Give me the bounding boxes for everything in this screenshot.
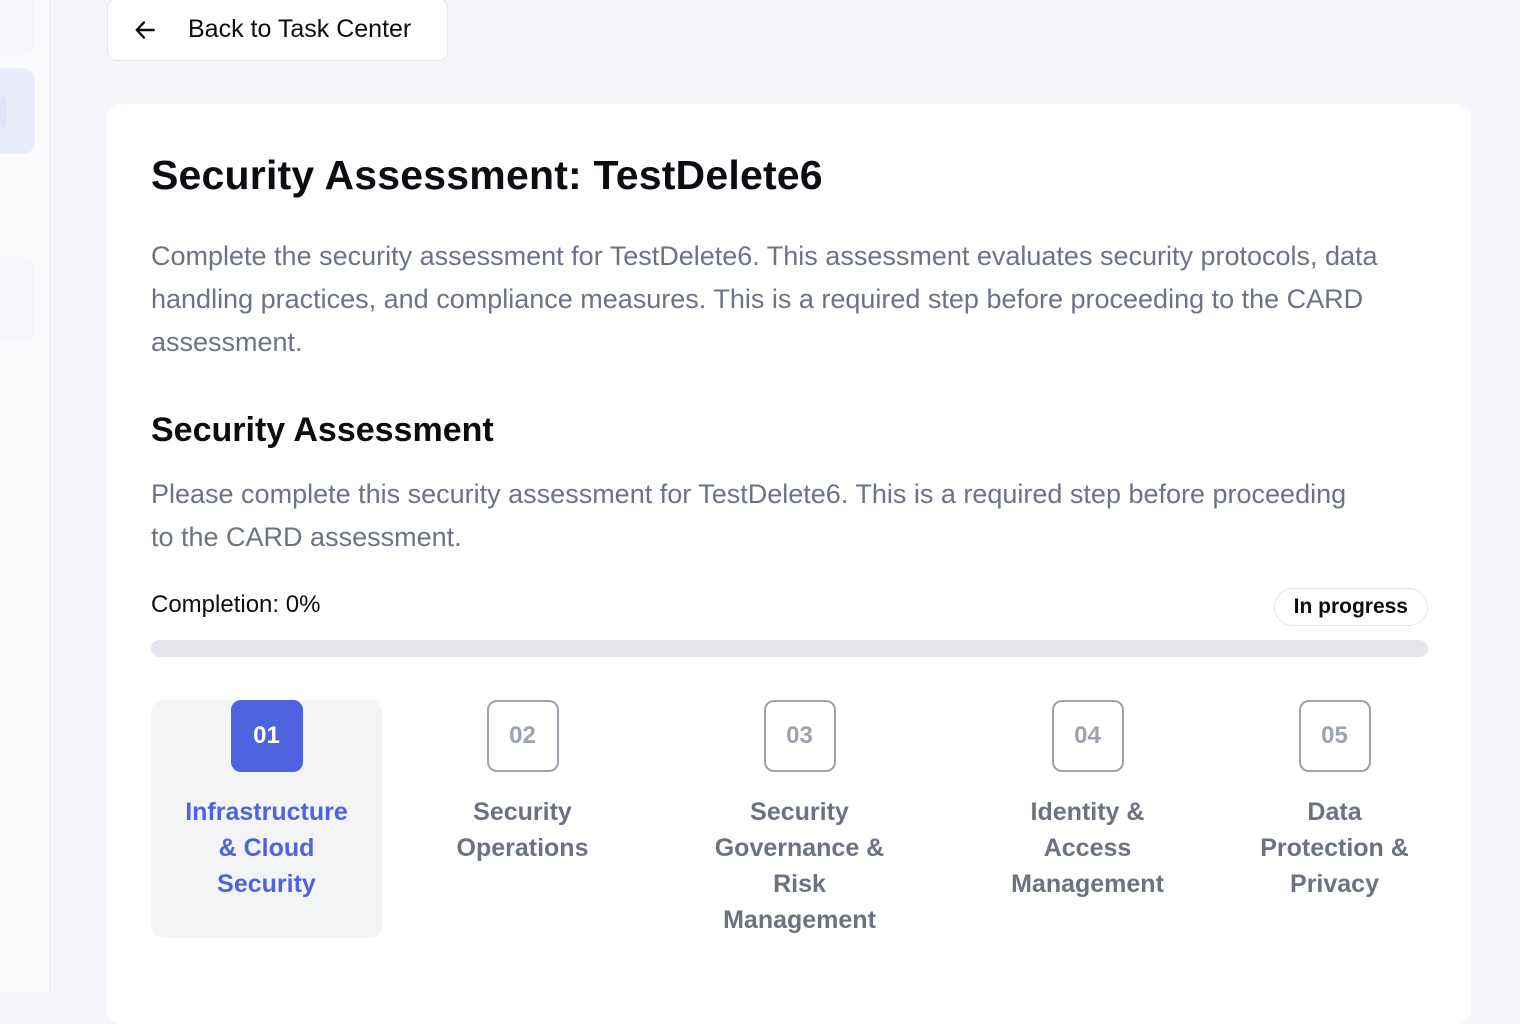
- step-label: Security Governance & Risk Management: [714, 798, 885, 934]
- step-number: 03: [763, 700, 836, 772]
- page-title: Security Assessment: TestDelete6: [151, 152, 823, 198]
- step-label: Infrastructure & Cloud Security: [185, 798, 348, 898]
- sidebar-item-icon: [0, 96, 7, 128]
- sidebar-item[interactable]: [0, 0, 35, 56]
- step-1[interactable]: 01 Infrastructure & Cloud Security: [151, 700, 382, 938]
- step-label: Data Protection & Privacy: [1260, 798, 1409, 898]
- sidebar-item[interactable]: [0, 256, 35, 342]
- arrow-left-icon: [135, 20, 155, 39]
- progress-bar: [151, 640, 1428, 657]
- step-2[interactable]: 02 Security Operations: [407, 700, 638, 938]
- step-label: Identity & Access Management: [1011, 798, 1164, 898]
- completion-label: Completion: 0%: [151, 591, 321, 618]
- section-title: Security Assessment: [151, 411, 494, 449]
- page-description: Complete the security assessment for Tes…: [151, 241, 1378, 357]
- assessment-card: Security Assessment: TestDelete6 Complet…: [107, 104, 1471, 1024]
- step-4[interactable]: 04 Identity & Access Management: [972, 700, 1203, 938]
- back-to-task-center-button[interactable]: Back to Task Center: [107, 0, 448, 61]
- step-number: 05: [1298, 700, 1371, 772]
- step-number: 04: [1051, 700, 1124, 772]
- step-label: Security Operations: [456, 798, 589, 862]
- sidebar: [0, 0, 50, 992]
- step-3[interactable]: 03 Security Governance & Risk Management: [684, 700, 915, 938]
- step-number: 02: [486, 700, 559, 772]
- back-button-label: Back to Task Center: [188, 15, 412, 43]
- step-5[interactable]: 05 Data Protection & Privacy: [1219, 700, 1450, 938]
- status-badge: In progress: [1273, 588, 1428, 626]
- section-description: Please complete this security assessment…: [151, 479, 1347, 552]
- step-number: 01: [230, 700, 303, 772]
- sidebar-item-active[interactable]: [0, 68, 35, 154]
